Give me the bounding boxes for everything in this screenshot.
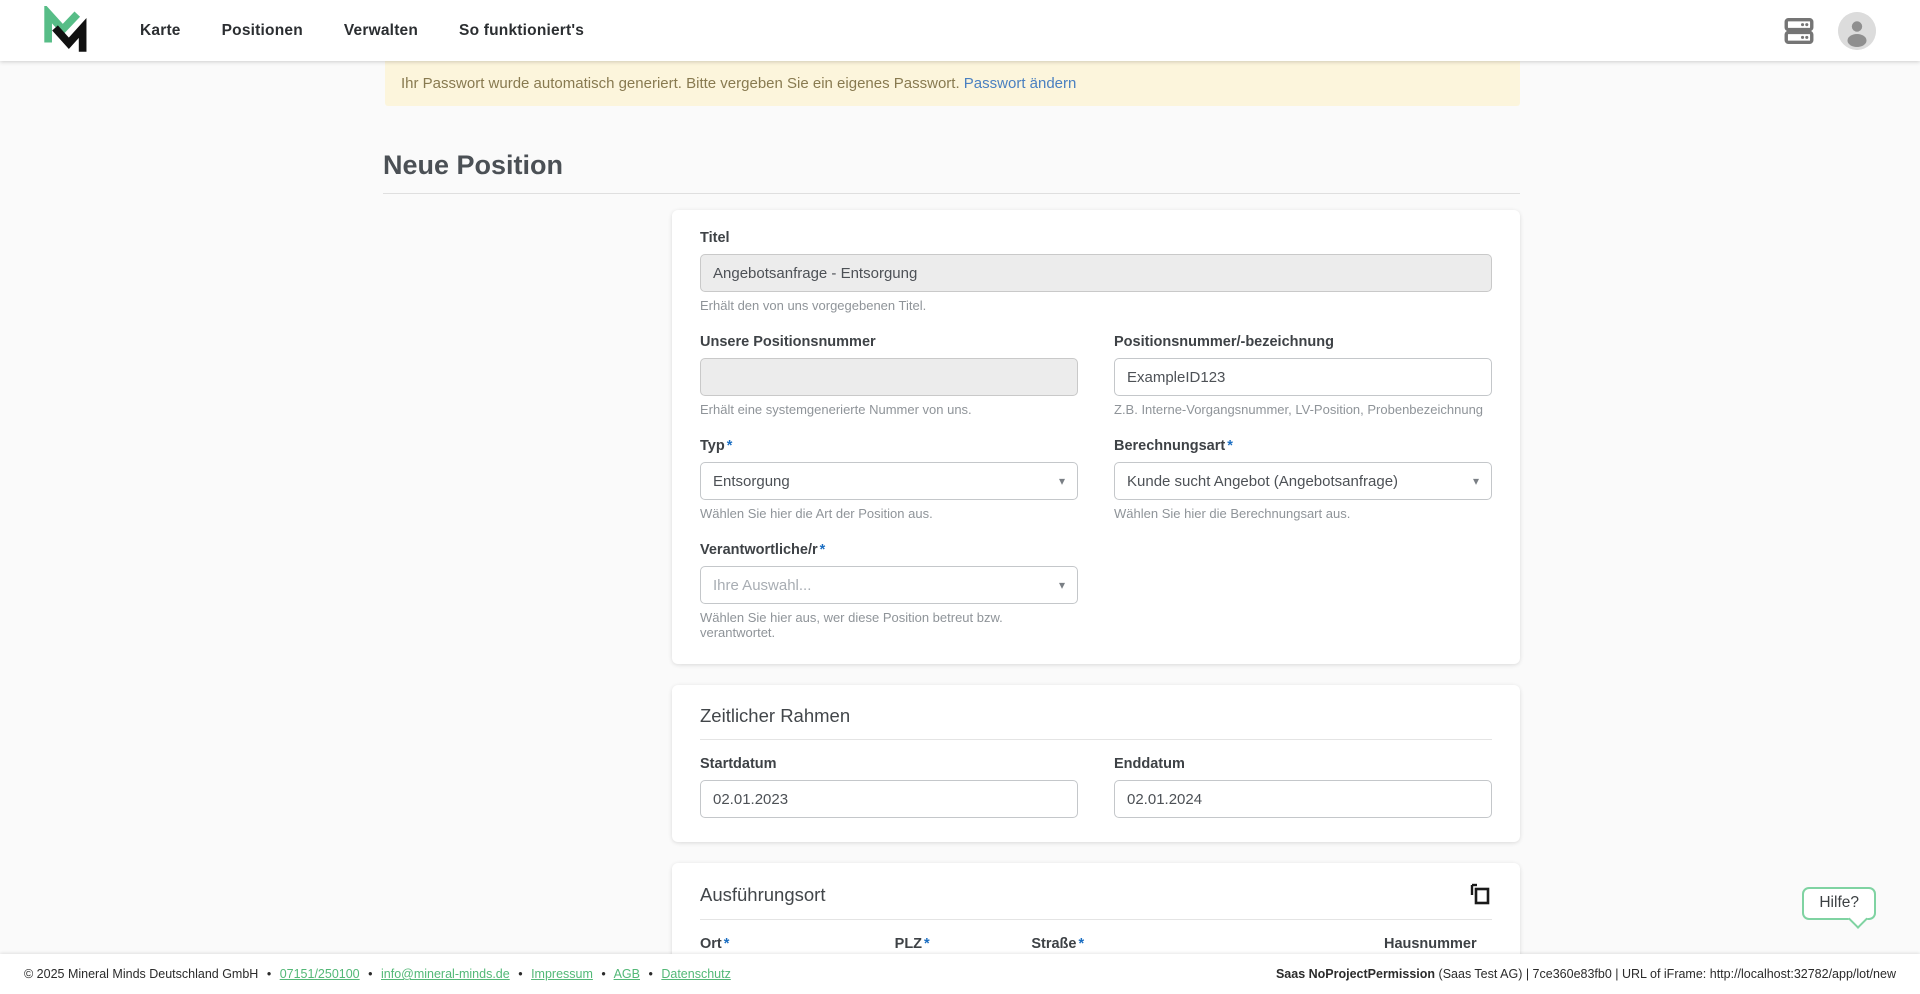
positionsnummer-input[interactable]: [1114, 358, 1492, 396]
page-footer: © 2025 Mineral Minds Deutschland GmbH • …: [0, 954, 1920, 994]
unsere-positionsnummer-helper: Erhält eine systemgenerierte Nummer von …: [700, 402, 972, 417]
typ-label: Typ *: [700, 438, 733, 454]
main-content: Neue Position Titel Erhält den von uns v…: [383, 150, 1520, 994]
verantwortliche-label: Verantwortliche/r *: [700, 542, 826, 558]
strasse-label: Straße *: [1031, 936, 1085, 952]
required-marker: *: [723, 936, 730, 952]
session-info: (Saas Test AG) | 7ce360e83fb0 | URL of i…: [1435, 967, 1896, 981]
footer-link-agb[interactable]: AGB: [614, 967, 640, 981]
hausnummer-label: Hausnummer: [1383, 936, 1477, 952]
user-avatar-icon[interactable]: [1838, 11, 1876, 50]
titel-helper: Erhält den von uns vorgegebenen Titel.: [700, 298, 927, 313]
copyright-text: © 2025 Mineral Minds Deutschland GmbH: [24, 967, 259, 981]
password-warning-banner: Ihr Passwort wurde automatisch generiert…: [385, 61, 1520, 106]
field-positionsnummer: Positionsnummer/-bezeichnung Z.B. Intern…: [1114, 334, 1492, 417]
section-divider: [700, 739, 1492, 740]
copy-icon[interactable]: [1468, 883, 1492, 907]
chevron-down-icon: ▾: [1058, 474, 1065, 488]
section-divider: [700, 919, 1492, 920]
field-typ: Typ * Entsorgung ▾ Wählen Sie hier die Ar…: [700, 438, 1078, 521]
footer-link-email[interactable]: info@mineral-minds.de: [381, 967, 510, 981]
typ-select-value: Entsorgung: [713, 472, 790, 490]
footer-link-impressum[interactable]: Impressum: [531, 967, 593, 981]
footer-right: Saas NoProjectPermission (Saas Test AG) …: [1276, 967, 1896, 981]
title-divider: [383, 193, 1520, 194]
footer-link-phone[interactable]: 07151/250100: [280, 967, 360, 981]
field-berechnungsart: Berechnungsart * Kunde sucht Angebot (Ang…: [1114, 438, 1492, 521]
zeitlicher-rahmen-heading: Zeitlicher Rahmen: [700, 705, 851, 726]
unsere-positionsnummer-input: [700, 358, 1078, 396]
field-titel: Titel Erhält den von uns vorgegebenen Ti…: [700, 230, 1492, 313]
tenant-name: Saas NoProjectPermission: [1275, 967, 1436, 981]
required-marker: *: [1227, 438, 1233, 454]
berechnungsart-select[interactable]: Kunde sucht Angebot (Angebotsanfrage) ▾: [1114, 462, 1492, 500]
required-marker: *: [819, 542, 826, 558]
titel-label: Titel: [700, 230, 730, 246]
enddatum-input[interactable]: [1114, 780, 1492, 818]
ausfuehrungsort-heading: Ausführungsort: [700, 884, 826, 905]
positionsnummer-label: Positionsnummer/-bezeichnung: [1114, 334, 1334, 350]
card-zeitlicher-rahmen: Zeitlicher Rahmen Startdatum Enddatum: [672, 685, 1520, 842]
nav-item-positionen[interactable]: Positionen: [222, 22, 303, 40]
mineral-minds-logo[interactable]: [42, 5, 88, 56]
main-navigation: Karte Positionen Verwalten So funktionie…: [140, 22, 584, 40]
change-password-link[interactable]: Passwort ändern: [964, 75, 1077, 92]
footer-link-datenschutz[interactable]: Datenschutz: [661, 967, 730, 981]
banner-text: Ihr Passwort wurde automatisch generiert…: [401, 75, 960, 92]
navbar-right: [1782, 11, 1876, 50]
berechnungsart-helper: Wählen Sie hier die Berechnungsart aus.: [1114, 506, 1351, 521]
startdatum-label: Startdatum: [700, 756, 777, 772]
unsere-positionsnummer-label: Unsere Positionsnummer: [700, 334, 876, 350]
nav-item-verwalten[interactable]: Verwalten: [344, 22, 418, 40]
field-enddatum: Enddatum: [1114, 756, 1492, 818]
logo-icon: [44, 5, 87, 52]
nav-item-so-funktionierts[interactable]: So funktioniert's: [459, 22, 584, 40]
server-icon[interactable]: [1782, 14, 1816, 48]
berechnungsart-select-value: Kunde sucht Angebot (Angebotsanfrage): [1127, 472, 1399, 490]
plz-label: PLZ *: [894, 936, 930, 952]
field-startdatum: Startdatum: [700, 756, 1078, 818]
berechnungsart-label: Berechnungsart *: [1114, 438, 1233, 454]
field-verantwortliche: Verantwortliche/r * Ihre Auswahl... ▾ Wäh…: [700, 542, 1078, 640]
required-marker: *: [1078, 936, 1085, 952]
titel-input: [700, 254, 1492, 292]
card-stammdaten: Titel Erhält den von uns vorgegebenen Ti…: [672, 210, 1520, 664]
chevron-down-icon: ▾: [1472, 474, 1479, 488]
footer-left: © 2025 Mineral Minds Deutschland GmbH • …: [24, 967, 731, 981]
ort-label: Ort *: [700, 936, 730, 952]
top-navbar: Karte Positionen Verwalten So funktionie…: [0, 0, 1920, 61]
required-marker: *: [924, 936, 930, 952]
nav-item-karte[interactable]: Karte: [140, 22, 181, 40]
verantwortliche-select[interactable]: Ihre Auswahl... ▾: [700, 566, 1078, 604]
help-button[interactable]: Hilfe?: [1802, 887, 1876, 920]
typ-select[interactable]: Entsorgung ▾: [700, 462, 1078, 500]
enddatum-label: Enddatum: [1114, 756, 1185, 772]
startdatum-input[interactable]: [700, 780, 1078, 818]
page-title: Neue Position: [383, 150, 564, 180]
required-marker: *: [726, 438, 733, 454]
verantwortliche-placeholder: Ihre Auswahl...: [713, 576, 812, 594]
positionsnummer-helper: Z.B. Interne-Vorgangsnummer, LV-Position…: [1114, 402, 1484, 417]
chevron-down-icon: ▾: [1058, 578, 1065, 592]
verantwortliche-helper: Wählen Sie hier aus, wer diese Position …: [700, 610, 1003, 640]
typ-helper: Wählen Sie hier die Art der Position aus…: [700, 506, 933, 521]
field-unsere-positionsnummer: Unsere Positionsnummer Erhält eine syste…: [700, 334, 1078, 417]
